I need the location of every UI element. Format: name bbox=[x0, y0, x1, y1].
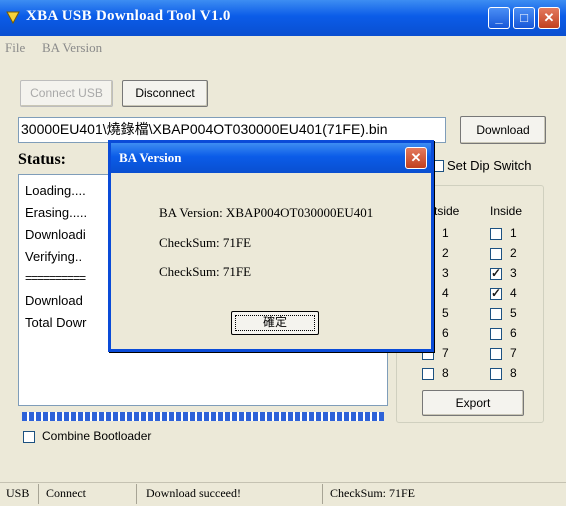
download-button[interactable]: Download bbox=[460, 116, 546, 144]
dip-outside-number: 5 bbox=[442, 306, 449, 320]
app-icon bbox=[6, 11, 20, 24]
dip-inside-checkbox[interactable] bbox=[490, 308, 502, 320]
dip-outside-number: 1 bbox=[442, 226, 449, 240]
close-button[interactable]: ✕ bbox=[538, 7, 560, 29]
menu-file[interactable]: File bbox=[5, 40, 25, 56]
window-title: XBA USB Download Tool V1.0 bbox=[26, 8, 231, 24]
minimize-button[interactable]: _ bbox=[488, 7, 510, 29]
ok-focus-ring bbox=[235, 315, 315, 331]
dip-inside-number: 3 bbox=[510, 266, 517, 280]
dialog-checksum-text: CheckSum: 71FE bbox=[159, 235, 252, 250]
statusbar-usb: USB bbox=[6, 486, 30, 500]
dip-inside-checkbox[interactable] bbox=[490, 228, 502, 240]
dip-inside-checkbox[interactable] bbox=[490, 368, 502, 380]
dip-inside-checkbox[interactable] bbox=[490, 248, 502, 260]
statusbar-message: Download succeed! bbox=[146, 486, 241, 500]
statusbar-checksum: CheckSum: 71FE bbox=[330, 486, 416, 500]
log-line: Download bbox=[25, 293, 83, 308]
dip-inside-number: 8 bbox=[510, 366, 517, 380]
dip-outside-number: 7 bbox=[442, 346, 449, 360]
log-line: Downloadi bbox=[25, 227, 86, 242]
menu-bar: File BA Version bbox=[0, 36, 566, 60]
export-button[interactable]: Export bbox=[422, 390, 524, 416]
dip-inside-number: 4 bbox=[510, 286, 517, 300]
dialog-ok-button[interactable]: 確定 bbox=[231, 311, 319, 335]
dip-inside-checkbox[interactable] bbox=[490, 266, 502, 280]
dip-outside-number: 4 bbox=[442, 286, 449, 300]
ba-version-dialog: BA Version ✕ BA Version: XBAP004OT030000… bbox=[108, 140, 434, 352]
status-label: Status: bbox=[18, 151, 67, 168]
menu-ba-version[interactable]: BA Version bbox=[42, 40, 102, 56]
dip-outside-number: 2 bbox=[442, 246, 449, 260]
progress-fill bbox=[22, 412, 384, 421]
log-line: Verifying.. bbox=[25, 249, 83, 264]
log-line: ========== bbox=[25, 271, 86, 285]
dip-outside-number: 8 bbox=[442, 366, 449, 380]
dialog-title-bar[interactable]: BA Version ✕ bbox=[111, 143, 431, 173]
combine-bootloader-label: Combine Bootloader bbox=[42, 429, 152, 443]
dip-outside-number: 3 bbox=[442, 266, 449, 280]
statusbar-connect: Connect bbox=[46, 486, 86, 500]
connect-usb-button[interactable]: Connect USB bbox=[20, 80, 113, 107]
log-line: Total Dowr bbox=[25, 315, 87, 330]
combine-bootloader-checkbox[interactable] bbox=[23, 431, 35, 443]
dip-inside-number: 6 bbox=[510, 326, 517, 340]
main-window: XBA USB Download Tool V1.0 _ □ ✕ File BA… bbox=[0, 0, 566, 506]
dip-inside-checkbox[interactable] bbox=[490, 328, 502, 340]
outside-header: tside bbox=[434, 204, 460, 218]
dip-inside-checkbox[interactable] bbox=[490, 348, 502, 360]
dialog-checksum-text: CheckSum: 71FE bbox=[159, 264, 252, 279]
dialog-close-button[interactable]: ✕ bbox=[405, 147, 427, 169]
dip-inside-number: 1 bbox=[510, 226, 517, 240]
statusbar-separator bbox=[136, 484, 137, 504]
dip-inside-number: 5 bbox=[510, 306, 517, 320]
set-dip-switch-label: Set Dip Switch bbox=[447, 158, 532, 173]
dip-inside-checkbox[interactable] bbox=[490, 286, 502, 300]
statusbar-separator bbox=[322, 484, 323, 504]
log-line: Erasing..... bbox=[25, 205, 88, 220]
dip-outside-number: 6 bbox=[442, 326, 449, 340]
statusbar-separator bbox=[38, 484, 39, 504]
title-bar[interactable]: XBA USB Download Tool V1.0 _ □ ✕ bbox=[0, 0, 566, 36]
inside-header: Inside bbox=[490, 204, 523, 218]
dip-outside-checkbox[interactable] bbox=[422, 368, 434, 380]
dialog-ba-version-text: BA Version: XBAP004OT030000EU401 bbox=[159, 205, 374, 220]
dip-inside-number: 7 bbox=[510, 346, 517, 360]
disconnect-button[interactable]: Disconnect bbox=[122, 80, 208, 107]
progress-bar bbox=[22, 412, 384, 421]
dialog-title: BA Version bbox=[119, 150, 182, 165]
maximize-button[interactable]: □ bbox=[513, 7, 535, 29]
log-line: Loading.... bbox=[25, 183, 86, 198]
dip-inside-number: 2 bbox=[510, 246, 517, 260]
